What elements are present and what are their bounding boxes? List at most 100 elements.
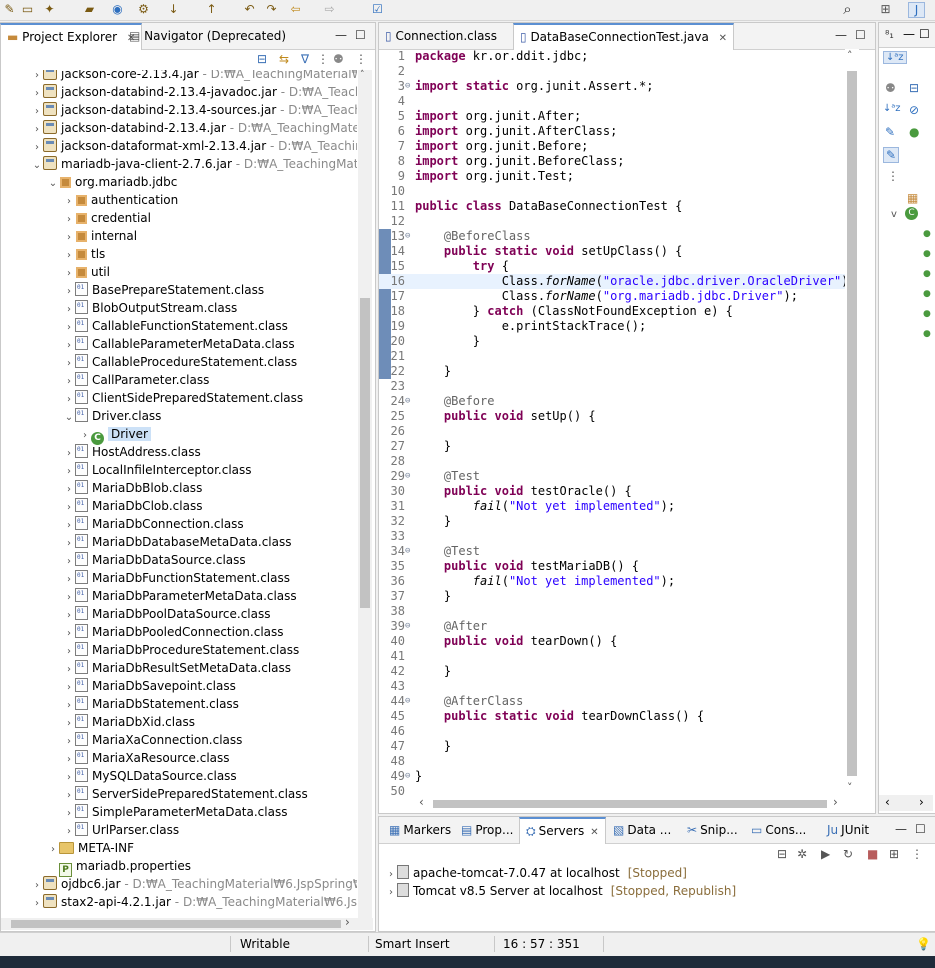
- forward-icon[interactable]: ⇨: [322, 2, 337, 16]
- debug-icon[interactable]: ✲: [797, 847, 807, 861]
- minimize-icon[interactable]: —: [895, 822, 907, 836]
- chevron-right-icon[interactable]: ›: [385, 869, 397, 880]
- code-line[interactable]: 16 Class.forName("oracle.jdbc.driver.Ora…: [379, 274, 845, 289]
- code-line[interactable]: 27 }: [379, 439, 845, 454]
- fold-toggle-icon[interactable]: ⊖: [405, 469, 415, 484]
- chevron-down-icon[interactable]: v: [891, 209, 897, 220]
- open-folder-icon[interactable]: ▭: [20, 2, 35, 16]
- code-line[interactable]: 19 e.printStackTrace();: [379, 319, 845, 334]
- tree-item[interactable]: ›MariaDbSavepoint.class: [1, 677, 236, 695]
- server-item[interactable]: › Tomcat v8.5 Server at localhost [Stopped…: [385, 883, 736, 898]
- tree-item[interactable]: › ojdbc6.jar - D:₩A_TeachingMaterial₩6.Js…: [1, 875, 357, 893]
- code-line[interactable]: 42 }: [379, 664, 845, 679]
- tree-item[interactable]: › credential: [1, 209, 151, 227]
- code-line[interactable]: 43: [379, 679, 845, 694]
- link-with-editor-icon[interactable]: ⇆: [279, 52, 289, 66]
- code-line[interactable]: 22 }: [379, 364, 845, 379]
- code-line[interactable]: 33: [379, 529, 845, 544]
- tree-item[interactable]: ›CallableProcedureStatement.class: [1, 353, 297, 371]
- tree-item[interactable]: ›MariaDbResultSetMetaData.class: [1, 659, 291, 677]
- lightbulb-icon[interactable]: 💡: [916, 937, 931, 951]
- close-icon[interactable]: ✕: [590, 827, 598, 838]
- chevron-right-icon[interactable]: ›: [919, 795, 924, 809]
- last-edit-icon[interactable]: ↶: [242, 2, 257, 16]
- fold-toggle-icon[interactable]: ⊖: [405, 769, 415, 784]
- code-line[interactable]: 3 ⊖ import static org.junit.Assert.*;: [379, 79, 845, 94]
- tree-item[interactable]: › internal: [1, 227, 137, 245]
- tab-cons[interactable]: ▭ Cons...: [745, 817, 812, 843]
- new-icon[interactable]: ✎: [2, 2, 17, 16]
- tree-item[interactable]: ›MariaDbPooledConnection.class: [1, 623, 284, 641]
- tab-markers[interactable]: ▦ Markers: [383, 817, 457, 843]
- hide-static-icon[interactable]: ✎: [885, 125, 895, 139]
- open-perspective-icon[interactable]: ⊞: [878, 2, 893, 16]
- maximize-icon[interactable]: ☐: [355, 28, 366, 42]
- method-icon[interactable]: ●: [923, 249, 931, 259]
- code-line[interactable]: 41: [379, 649, 845, 664]
- method-icon[interactable]: ●: [923, 289, 931, 299]
- tree-item[interactable]: ›LocalInfileInterceptor.class: [1, 461, 252, 479]
- maximize-icon[interactable]: ☐: [855, 28, 866, 42]
- view-menu-icon[interactable]: ⋮: [317, 52, 329, 66]
- tree-item[interactable]: › util: [1, 263, 110, 281]
- tree-item[interactable]: › tls: [1, 245, 105, 263]
- tab-servers[interactable]: ⛭ Servers ✕: [519, 817, 606, 844]
- method-icon[interactable]: ●: [923, 309, 931, 319]
- tree-item[interactable]: › META-INF: [1, 839, 134, 857]
- view-menu-icon[interactable]: ⋮: [911, 847, 923, 861]
- tree-item[interactable]: ⌄Driver.class: [1, 407, 161, 425]
- code-line[interactable]: 37 }: [379, 589, 845, 604]
- chevron-right-icon[interactable]: ›: [833, 795, 838, 809]
- tree-item[interactable]: ›SimpleParameterMetaData.class: [1, 803, 287, 821]
- link-editor-icon[interactable]: ✎: [883, 147, 900, 163]
- fold-toggle-icon[interactable]: ⊖: [405, 619, 415, 634]
- fold-toggle-icon[interactable]: ⊖: [405, 79, 415, 94]
- code-line[interactable]: 48: [379, 754, 845, 769]
- tree-item[interactable]: › jackson-core-2.13.4.jar - D:₩A_Teaching…: [1, 70, 357, 83]
- code-line[interactable]: 38: [379, 604, 845, 619]
- chevron-down-icon[interactable]: ˅: [847, 781, 853, 794]
- code-line[interactable]: 13 ⊖ @BeforeClass: [379, 229, 845, 244]
- build-icon[interactable]: ✦: [42, 2, 57, 16]
- focus-icon[interactable]: ⚉: [885, 81, 896, 95]
- chevron-left-icon[interactable]: ‹: [885, 795, 890, 809]
- method-icon[interactable]: ●: [923, 269, 931, 279]
- tree-item[interactable]: ⌄ org.mariadb.jdbc: [1, 173, 178, 191]
- code-line[interactable]: 46: [379, 724, 845, 739]
- code-line[interactable]: 28: [379, 454, 845, 469]
- tree-item[interactable]: ›MariaDbXid.class: [1, 713, 195, 731]
- forward-edit-icon[interactable]: ↷: [264, 2, 279, 16]
- code-line[interactable]: 4: [379, 94, 845, 109]
- code-line[interactable]: 39 ⊖ @After: [379, 619, 845, 634]
- collapse-icon[interactable]: ⊟: [777, 847, 787, 861]
- code-line[interactable]: 15 try {: [379, 259, 845, 274]
- maximize-icon[interactable]: ☐: [915, 822, 926, 836]
- minimize-icon[interactable]: —: [903, 27, 915, 41]
- tree-item[interactable]: ›MariaDbPoolDataSource.class: [1, 605, 270, 623]
- fold-toggle-icon[interactable]: ⊖: [405, 394, 415, 409]
- method-icon[interactable]: ●: [923, 329, 931, 339]
- tree-item[interactable]: ›MariaXaConnection.class: [1, 731, 242, 749]
- code-line[interactable]: 8 import org.junit.BeforeClass;: [379, 154, 845, 169]
- tree-item[interactable]: › jackson-databind-2.13.4-javadoc.jar - D…: [1, 83, 357, 101]
- tab-databaseconnectiontest[interactable]: ▯ DataBaseConnectionTest.java ✕: [513, 23, 735, 50]
- outline-horizontal-scrollbar[interactable]: ‹ ›: [879, 795, 933, 811]
- code-line[interactable]: 1 package kr.or.ddit.jdbc;: [379, 49, 845, 64]
- tab-data[interactable]: ▧ Data ...: [607, 817, 677, 843]
- code-area[interactable]: 1 package kr.or.ddit.jdbc; 2 3 ⊖ import stati…: [379, 49, 845, 799]
- tree-item[interactable]: ›MariaXaResource.class: [1, 749, 230, 767]
- tree-item[interactable]: ›CallableFunctionStatement.class: [1, 317, 288, 335]
- prev-annotation-icon[interactable]: ↑: [204, 2, 219, 16]
- hide-fields-icon[interactable]: ⊘: [909, 103, 919, 117]
- code-line[interactable]: 45 public static void tearDownClass() {: [379, 709, 845, 724]
- explorer-vertical-scrollbar[interactable]: ˄: [358, 70, 372, 918]
- code-line[interactable]: 24 ⊖ @Before: [379, 394, 845, 409]
- hide-nonpublic-icon[interactable]: ●: [909, 125, 919, 139]
- tree-item[interactable]: › stax2-api-4.2.1.jar - D:₩A_TeachingMate…: [1, 893, 357, 911]
- globe-icon[interactable]: ◉: [110, 2, 125, 16]
- tab-navigator[interactable]: ▤ Navigator (Deprecated): [123, 23, 292, 49]
- close-icon[interactable]: ✕: [719, 33, 727, 44]
- code-line[interactable]: 35 public void testMariaDB() {: [379, 559, 845, 574]
- fold-toggle-icon[interactable]: ⊖: [405, 544, 415, 559]
- tree-item[interactable]: ›MariaDbDataSource.class: [1, 551, 246, 569]
